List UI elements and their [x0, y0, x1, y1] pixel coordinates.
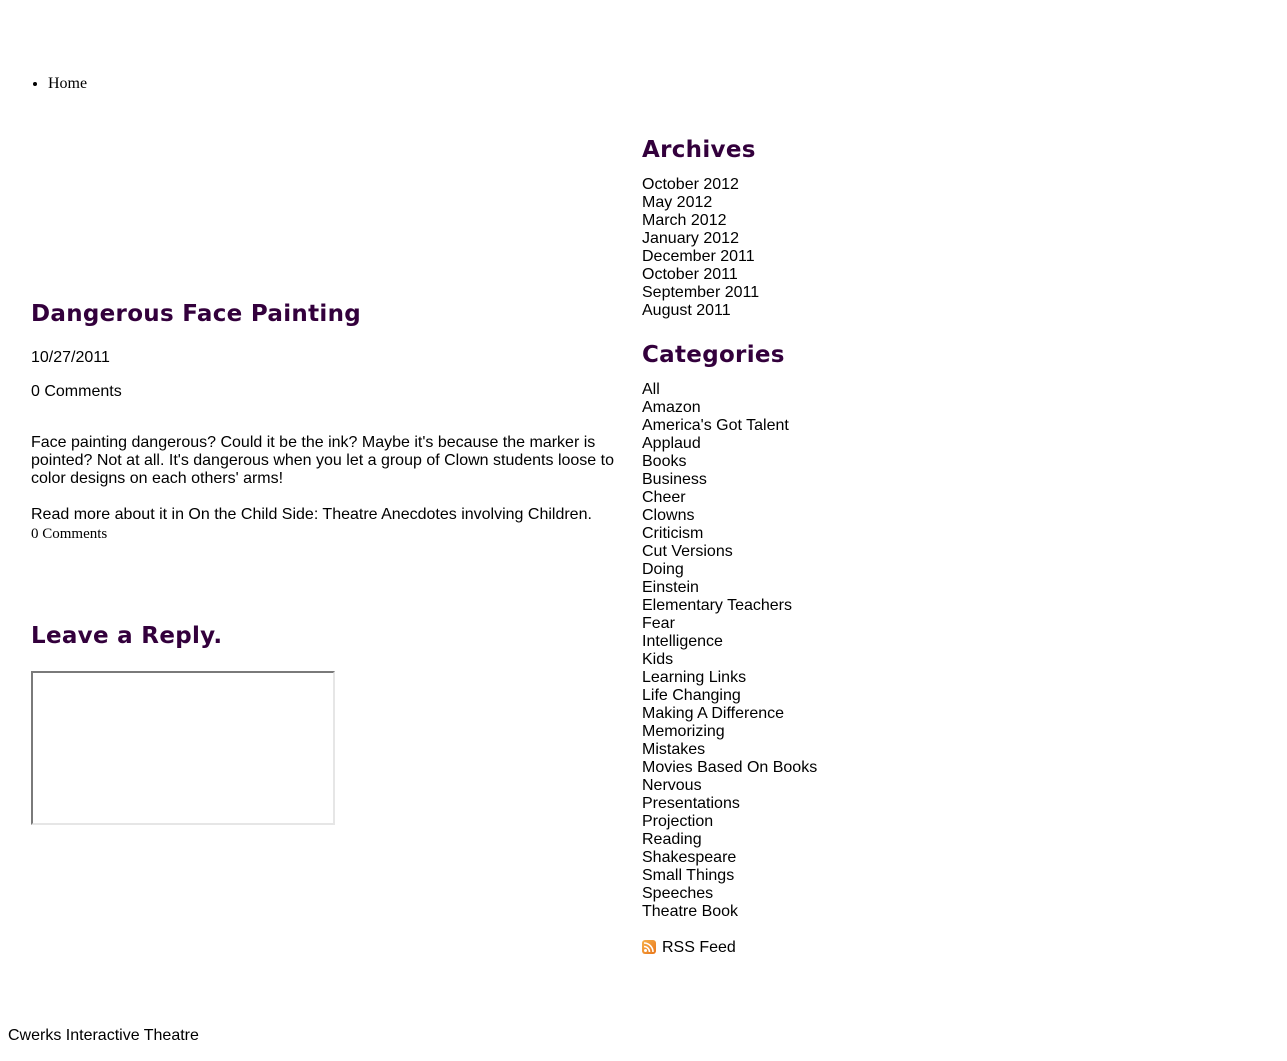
category-item-link[interactable]: Fear [642, 615, 675, 632]
archive-item-link[interactable]: December 2011 [642, 248, 755, 265]
archive-item: December 2011 [642, 248, 1042, 266]
post: Dangerous Face Painting 10/27/2011 0 Com… [31, 296, 621, 544]
category-item-link[interactable]: Presentations [642, 795, 740, 812]
category-item: Fear [642, 615, 1042, 633]
sidebar: Archives October 2012 May 2012 March 2012 J… [642, 132, 1042, 957]
rss-feed-link[interactable]: RSS Feed [662, 939, 736, 957]
category-item-link[interactable]: Movies Based On Books [642, 759, 817, 776]
category-item: Doing [642, 561, 1042, 579]
archive-item-link[interactable]: August 2011 [642, 302, 731, 319]
category-item: Small Things [642, 867, 1042, 885]
category-item-link[interactable]: Speeches [642, 885, 713, 902]
archive-item-link[interactable]: March 2012 [642, 212, 727, 229]
archive-item: May 2012 [642, 194, 1042, 212]
comment-form-frame[interactable] [31, 671, 335, 825]
category-item-link[interactable]: Cheer [642, 489, 686, 506]
category-item: Elementary Teachers [642, 597, 1042, 615]
category-item-link[interactable]: Mistakes [642, 741, 705, 758]
category-item: America's Got Talent [642, 417, 1042, 435]
category-item: Criticism [642, 525, 1042, 543]
category-item: Presentations [642, 795, 1042, 813]
category-item-link[interactable]: Reading [642, 831, 702, 848]
category-item: All [642, 381, 1042, 399]
category-item: Amazon [642, 399, 1042, 417]
category-item-link[interactable]: Nervous [642, 777, 702, 794]
category-item-link[interactable]: Intelligence [642, 633, 723, 650]
category-item: Making A Difference [642, 705, 1042, 723]
archive-item-link[interactable]: September 2011 [642, 284, 759, 301]
post-body: Face painting dangerous? Could it be the… [31, 434, 621, 524]
rss-feed: RSS Feed [642, 939, 1042, 957]
archive-item-link[interactable]: October 2011 [642, 266, 738, 283]
category-item-link[interactable]: All [642, 381, 660, 398]
post-paragraph: Face painting dangerous? Could it be the… [31, 434, 614, 487]
category-item-link[interactable]: Memorizing [642, 723, 725, 740]
category-item-link[interactable]: Making A Difference [642, 705, 784, 722]
category-item: Shakespeare [642, 849, 1042, 867]
nav-link-home[interactable]: Home [48, 75, 87, 92]
category-item-link[interactable]: Cut Versions [642, 543, 733, 560]
archive-item: January 2012 [642, 230, 1042, 248]
category-item-link[interactable]: Learning Links [642, 669, 746, 686]
category-item: Cheer [642, 489, 1042, 507]
page: Home Dangerous Face Painting 10/27/2011 … [0, 0, 1287, 1061]
category-item: Learning Links [642, 669, 1042, 687]
category-item-link[interactable]: Small Things [642, 867, 734, 884]
category-item-link[interactable]: Elementary Teachers [642, 597, 792, 614]
post-comments-link[interactable]: 0 Comments [31, 382, 621, 402]
category-item-link[interactable]: Theatre Book [642, 903, 738, 920]
categories-heading: Categories [642, 342, 785, 368]
category-item: Projection [642, 813, 1042, 831]
category-item-link[interactable]: Doing [642, 561, 684, 578]
category-item: Business [642, 471, 1042, 489]
category-item-link[interactable]: Clowns [642, 507, 694, 524]
category-item-link[interactable]: Applaud [642, 435, 701, 452]
archive-item-link[interactable]: October 2012 [642, 176, 739, 193]
archive-item: August 2011 [642, 302, 1042, 320]
category-item: Cut Versions [642, 543, 1042, 561]
category-item: Movies Based On Books [642, 759, 1042, 777]
category-item: Life Changing [642, 687, 1042, 705]
post-comments-footer-link[interactable]: 0 Comments [31, 524, 621, 544]
category-item-link[interactable]: Amazon [642, 399, 701, 416]
archives-list: October 2012 May 2012 March 2012 January 20… [642, 176, 1042, 320]
category-item: Kids [642, 651, 1042, 669]
category-item: Einstein [642, 579, 1042, 597]
category-item: Nervous [642, 777, 1042, 795]
post-paragraph: Read more about it in On the Child Side:… [31, 506, 592, 523]
archives-heading: Archives [642, 137, 756, 163]
categories-list: All Amazon America's Got Talent Applaud Book… [642, 381, 1042, 921]
category-item-link[interactable]: Books [642, 453, 686, 470]
category-item-link[interactable]: Life Changing [642, 687, 741, 704]
footer-text: Cwerks Interactive Theatre [8, 1027, 199, 1044]
post-date: 10/27/2011 [31, 349, 110, 366]
nav-item-home: Home [48, 74, 87, 94]
category-item: Intelligence [642, 633, 1042, 651]
reply-heading: Leave a Reply. [31, 623, 223, 649]
archive-item-link[interactable]: January 2012 [642, 230, 739, 247]
category-item-link[interactable]: Criticism [642, 525, 703, 542]
category-item: Theatre Book [642, 903, 1042, 921]
archive-item: October 2012 [642, 176, 1042, 194]
top-nav: Home [31, 74, 87, 94]
category-item: Speeches [642, 885, 1042, 903]
rss-feed-icon[interactable] [642, 940, 656, 954]
category-item: Clowns [642, 507, 1042, 525]
category-item-link[interactable]: America's Got Talent [642, 417, 789, 434]
archive-item-link[interactable]: May 2012 [642, 194, 712, 211]
archive-item: September 2011 [642, 284, 1042, 302]
category-item-link[interactable]: Projection [642, 813, 713, 830]
category-item: Reading [642, 831, 1042, 849]
category-item-link[interactable]: Business [642, 471, 707, 488]
category-item: Applaud [642, 435, 1042, 453]
archive-item: October 2011 [642, 266, 1042, 284]
category-item: Mistakes [642, 741, 1042, 759]
category-item-link[interactable]: Kids [642, 651, 673, 668]
category-item-link[interactable]: Einstein [642, 579, 699, 596]
category-item-link[interactable]: Shakespeare [642, 849, 736, 866]
category-item: Memorizing [642, 723, 1042, 741]
archive-item: March 2012 [642, 212, 1042, 230]
category-item: Books [642, 453, 1042, 471]
post-title[interactable]: Dangerous Face Painting [31, 296, 621, 332]
